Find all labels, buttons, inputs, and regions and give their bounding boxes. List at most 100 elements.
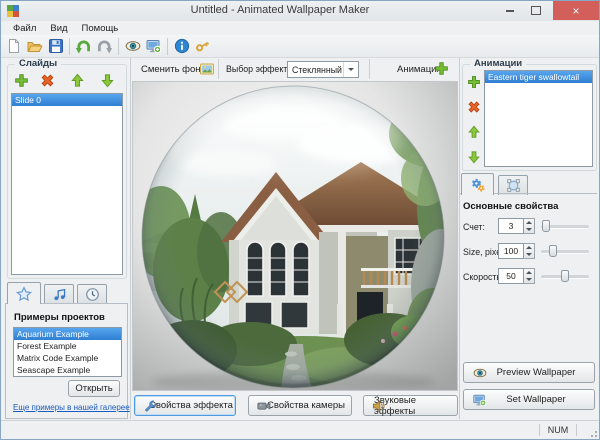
speed-slider-thumb[interactable] <box>561 270 569 282</box>
move-slide-down-button[interactable] <box>99 72 116 89</box>
save-icon <box>48 38 64 54</box>
add-animation-button[interactable] <box>465 73 482 90</box>
slides-title: Слайды <box>15 58 61 69</box>
example-list-item[interactable]: Seascape Example <box>14 364 121 376</box>
tab-examples[interactable] <box>7 282 41 304</box>
effect-properties-button[interactable]: Свойства эффекта <box>134 395 236 416</box>
move-up-icon <box>70 73 85 88</box>
new-file-icon <box>6 38 22 54</box>
delete-animation-icon <box>467 100 481 114</box>
resize-grip[interactable] <box>588 428 597 437</box>
eye-icon <box>472 366 488 380</box>
change-background-label[interactable]: Сменить фон <box>141 64 201 75</box>
menu-file[interactable]: Файл <box>7 22 42 35</box>
info-button[interactable] <box>171 36 192 56</box>
down-arrow-icon <box>526 278 532 281</box>
new-file-button[interactable] <box>3 36 24 56</box>
speed-value-field[interactable]: 50 <box>498 268 524 284</box>
size-spinner: 100 <box>498 243 535 259</box>
example-list-item[interactable]: Forest Example <box>14 340 121 352</box>
tab-music[interactable] <box>44 284 74 304</box>
add-slide-button[interactable] <box>13 72 30 89</box>
set-wallpaper-toolbar-button[interactable] <box>143 36 164 56</box>
down-arrow-icon <box>526 253 532 256</box>
sound-effects-button[interactable]: Звуковые эффекты <box>363 395 458 416</box>
preview-wallpaper-button[interactable]: Preview Wallpaper <box>463 362 595 383</box>
animation-list-item[interactable]: Eastern tiger swallowtail <box>485 71 592 83</box>
move-down-icon <box>100 73 115 88</box>
set-wallpaper-label: Set Wallpaper <box>506 394 565 405</box>
move-slide-up-button[interactable] <box>69 72 86 89</box>
slides-list[interactable]: Slide 0 <box>11 93 123 275</box>
menu-help[interactable]: Помощь <box>76 22 125 35</box>
close-button[interactable]: × <box>553 1 599 20</box>
undo-icon <box>75 38 92 55</box>
count-value-field[interactable]: 3 <box>498 218 524 234</box>
license-key-button[interactable] <box>192 36 213 56</box>
speed-increment-button[interactable] <box>524 269 534 276</box>
open-example-button[interactable]: Открыть <box>68 380 120 397</box>
redo-button[interactable] <box>94 36 115 56</box>
gears-icon <box>470 177 486 193</box>
speed-spinner: 50 <box>498 268 535 284</box>
count-slider[interactable] <box>541 225 589 229</box>
tab-transform[interactable] <box>498 175 528 195</box>
minimize-button[interactable] <box>497 1 523 20</box>
slides-groupbox: Слайды Slide 0 <box>7 64 127 279</box>
open-project-button[interactable] <box>24 36 45 56</box>
size-value-field[interactable]: 100 <box>498 243 524 259</box>
info-icon <box>174 38 190 54</box>
size-slider-thumb[interactable] <box>549 245 557 257</box>
effect-properties-label: Свойства эффекта <box>149 400 233 411</box>
transform-icon <box>506 178 521 193</box>
effect-select-label: Выбор эффекта: <box>226 64 295 74</box>
redo-icon <box>96 38 113 55</box>
count-increment-button[interactable] <box>524 219 534 226</box>
effect-select-combobox[interactable]: Стеклянный шар <box>287 61 359 78</box>
tab-timer[interactable] <box>77 284 107 304</box>
count-slider-thumb[interactable] <box>542 220 550 232</box>
open-project-icon <box>26 38 43 54</box>
speed-slider[interactable] <box>541 275 589 279</box>
examples-list[interactable]: Aquarium Example Forest Example Matrix C… <box>13 327 122 377</box>
examples-tab-panel: Примеры проектов Aquarium Example Forest… <box>5 303 128 419</box>
window-title: Untitled - Animated Wallpaper Maker <box>61 4 499 16</box>
separator <box>369 59 370 79</box>
key-icon <box>194 38 211 54</box>
speed-decrement-button[interactable] <box>524 276 534 283</box>
slide-list-item[interactable]: Slide 0 <box>12 94 122 106</box>
move-animation-down-button[interactable] <box>465 148 482 165</box>
add-animation-quick-button[interactable] <box>433 60 450 77</box>
camera-properties-button[interactable]: Свойства камеры <box>248 395 352 416</box>
save-project-button[interactable] <box>45 36 66 56</box>
size-increment-button[interactable] <box>524 244 534 251</box>
menu-view[interactable]: Вид <box>44 22 73 35</box>
basic-properties-title: Основные свойства <box>463 201 558 212</box>
animations-list[interactable]: Eastern tiger swallowtail <box>484 70 593 167</box>
example-list-item[interactable]: Matrix Code Example <box>14 352 121 364</box>
examples-title: Примеры проектов <box>14 312 105 323</box>
undo-button[interactable] <box>73 36 94 56</box>
title-bar[interactable]: Untitled - Animated Wallpaper Maker × <box>1 1 599 22</box>
delete-slide-button[interactable] <box>39 72 56 89</box>
set-wallpaper-button[interactable]: Set Wallpaper <box>463 389 595 410</box>
menu-bar: Файл Вид Помощь <box>1 21 599 35</box>
preview-wallpaper-label: Preview Wallpaper <box>497 367 576 378</box>
add-animation-icon <box>467 75 481 89</box>
size-decrement-button[interactable] <box>524 251 534 258</box>
move-animation-up-button[interactable] <box>465 123 482 140</box>
size-slider[interactable] <box>541 250 589 254</box>
example-list-item[interactable]: Aquarium Example <box>14 328 121 340</box>
set-wallpaper-icon <box>145 38 162 54</box>
tab-animation-properties[interactable] <box>461 173 494 195</box>
count-decrement-button[interactable] <box>524 226 534 233</box>
animations-title: Анимации <box>470 58 526 69</box>
gallery-link[interactable]: Еще примеры в нашей галерее <box>13 403 130 412</box>
wallpaper-preview-canvas[interactable] <box>132 81 458 391</box>
delete-animation-button[interactable] <box>465 98 482 115</box>
preview-wallpaper-toolbar-button[interactable] <box>122 36 143 56</box>
app-window: Untitled - Animated Wallpaper Maker × Фа… <box>0 0 600 440</box>
maximize-button[interactable] <box>523 1 549 20</box>
change-background-button[interactable] <box>198 60 215 77</box>
separator <box>69 38 70 55</box>
